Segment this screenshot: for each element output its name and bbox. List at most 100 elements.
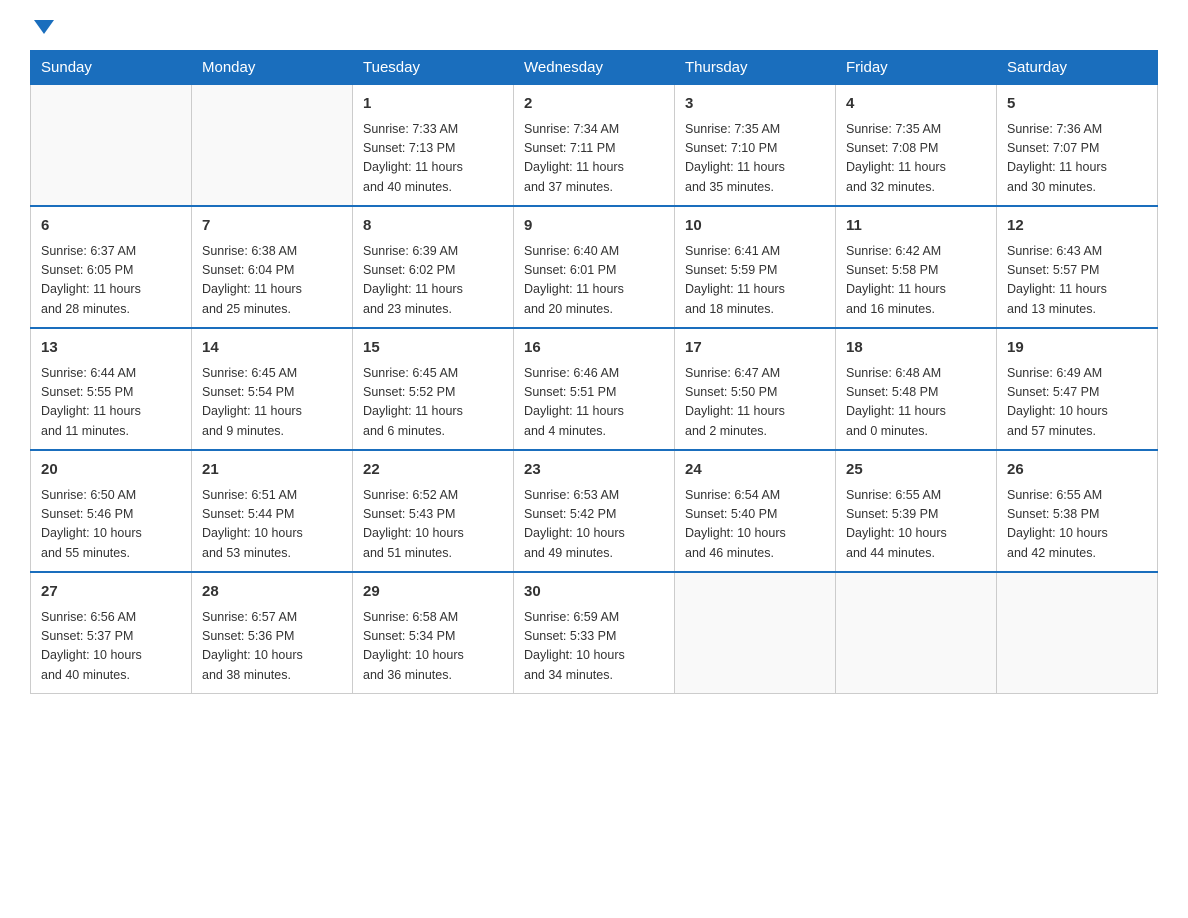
day-info: Sunrise: 6:37 AM Sunset: 6:05 PM Dayligh… <box>41 242 181 320</box>
day-number: 7 <box>202 215 342 238</box>
calendar-cell: 22Sunrise: 6:52 AM Sunset: 5:43 PM Dayli… <box>353 450 514 572</box>
day-info: Sunrise: 6:42 AM Sunset: 5:58 PM Dayligh… <box>846 242 986 320</box>
day-number: 23 <box>524 459 664 482</box>
calendar-cell: 9 Sunrise: 6:40 AM Sunset: 6:01 PM Daylig… <box>514 206 675 328</box>
day-info: Sunrise: 6:47 AM Sunset: 5:50 PM Dayligh… <box>685 364 825 442</box>
day-info: Sunrise: 6:54 AM Sunset: 5:40 PM Dayligh… <box>685 486 825 564</box>
day-info: Sunrise: 6:38 AM Sunset: 6:04 PM Dayligh… <box>202 242 342 320</box>
day-number: 29 <box>363 581 503 604</box>
logo <box>30 20 54 34</box>
day-info: Sunrise: 7:35 AM Sunset: 7:08 PM Dayligh… <box>846 120 986 198</box>
day-info: Sunrise: 6:39 AM Sunset: 6:02 PM Dayligh… <box>363 242 503 320</box>
day-number: 2 <box>524 93 664 116</box>
calendar-cell: 14Sunrise: 6:45 AM Sunset: 5:54 PM Dayli… <box>192 328 353 450</box>
calendar-cell: 4Sunrise: 7:35 AM Sunset: 7:08 PM Daylig… <box>836 85 997 207</box>
day-number: 30 <box>524 581 664 604</box>
day-number: 24 <box>685 459 825 482</box>
day-info: Sunrise: 7:33 AM Sunset: 7:13 PM Dayligh… <box>363 120 503 198</box>
calendar-cell: 1Sunrise: 7:33 AM Sunset: 7:13 PM Daylig… <box>353 85 514 207</box>
calendar-cell: 15Sunrise: 6:45 AM Sunset: 5:52 PM Dayli… <box>353 328 514 450</box>
calendar-cell <box>675 572 836 694</box>
weekday-header-tuesday: Tuesday <box>353 51 514 85</box>
weekday-header-thursday: Thursday <box>675 51 836 85</box>
calendar-cell: 18 Sunrise: 6:48 AM Sunset: 5:48 PM Dayli… <box>836 328 997 450</box>
day-info: Sunrise: 6:46 AM Sunset: 5:51 PM Dayligh… <box>524 364 664 442</box>
calendar-week-1: 1Sunrise: 7:33 AM Sunset: 7:13 PM Daylig… <box>31 85 1158 207</box>
calendar-week-5: 27 Sunrise: 6:56 AM Sunset: 5:37 PM Dayli… <box>31 572 1158 694</box>
calendar-cell <box>192 85 353 207</box>
day-info: Sunrise: 6:51 AM Sunset: 5:44 PM Dayligh… <box>202 486 342 564</box>
day-info: Sunrise: 7:35 AM Sunset: 7:10 PM Dayligh… <box>685 120 825 198</box>
weekday-header-monday: Monday <box>192 51 353 85</box>
weekday-header-sunday: Sunday <box>31 51 192 85</box>
calendar-cell <box>836 572 997 694</box>
day-info: Sunrise: 6:44 AM Sunset: 5:55 PM Dayligh… <box>41 364 181 442</box>
calendar-week-3: 13 Sunrise: 6:44 AM Sunset: 5:55 PM Dayli… <box>31 328 1158 450</box>
day-info: Sunrise: 7:36 AM Sunset: 7:07 PM Dayligh… <box>1007 120 1147 198</box>
calendar-cell: 30 Sunrise: 6:59 AM Sunset: 5:33 PM Dayli… <box>514 572 675 694</box>
day-number: 26 <box>1007 459 1147 482</box>
calendar-cell <box>997 572 1158 694</box>
day-info: Sunrise: 6:59 AM Sunset: 5:33 PM Dayligh… <box>524 608 664 686</box>
day-number: 9 <box>524 215 664 238</box>
day-info: Sunrise: 6:53 AM Sunset: 5:42 PM Dayligh… <box>524 486 664 564</box>
calendar-cell: 6 Sunrise: 6:37 AM Sunset: 6:05 PM Daylig… <box>31 206 192 328</box>
calendar-cell: 25 Sunrise: 6:55 AM Sunset: 5:39 PM Dayli… <box>836 450 997 572</box>
day-number: 14 <box>202 337 342 360</box>
calendar-cell: 20 Sunrise: 6:50 AM Sunset: 5:46 PM Dayli… <box>31 450 192 572</box>
weekday-header-wednesday: Wednesday <box>514 51 675 85</box>
day-number: 18 <box>846 337 986 360</box>
day-number: 20 <box>41 459 181 482</box>
day-info: Sunrise: 6:41 AM Sunset: 5:59 PM Dayligh… <box>685 242 825 320</box>
calendar-cell: 23 Sunrise: 6:53 AM Sunset: 5:42 PM Dayli… <box>514 450 675 572</box>
day-number: 11 <box>846 215 986 238</box>
day-number: 6 <box>41 215 181 238</box>
day-number: 3 <box>685 93 825 116</box>
day-info: Sunrise: 6:49 AM Sunset: 5:47 PM Dayligh… <box>1007 364 1147 442</box>
day-info: Sunrise: 6:40 AM Sunset: 6:01 PM Dayligh… <box>524 242 664 320</box>
calendar-cell: 29 Sunrise: 6:58 AM Sunset: 5:34 PM Dayli… <box>353 572 514 694</box>
day-number: 12 <box>1007 215 1147 238</box>
day-number: 21 <box>202 459 342 482</box>
calendar-cell: 11 Sunrise: 6:42 AM Sunset: 5:58 PM Dayli… <box>836 206 997 328</box>
calendar-cell: 17 Sunrise: 6:47 AM Sunset: 5:50 PM Dayli… <box>675 328 836 450</box>
day-info: Sunrise: 6:56 AM Sunset: 5:37 PM Dayligh… <box>41 608 181 686</box>
calendar-cell <box>31 85 192 207</box>
day-number: 15 <box>363 337 503 360</box>
day-number: 28 <box>202 581 342 604</box>
page-header <box>30 20 1158 34</box>
day-number: 19 <box>1007 337 1147 360</box>
day-info: Sunrise: 6:55 AM Sunset: 5:38 PM Dayligh… <box>1007 486 1147 564</box>
calendar-week-4: 20 Sunrise: 6:50 AM Sunset: 5:46 PM Dayli… <box>31 450 1158 572</box>
calendar-cell: 3 Sunrise: 7:35 AM Sunset: 7:10 PM Daylig… <box>675 85 836 207</box>
day-info: Sunrise: 7:34 AM Sunset: 7:11 PM Dayligh… <box>524 120 664 198</box>
day-number: 8 <box>363 215 503 238</box>
weekday-header-row: SundayMondayTuesdayWednesdayThursdayFrid… <box>31 51 1158 85</box>
calendar-cell: 5 Sunrise: 7:36 AM Sunset: 7:07 PM Daylig… <box>997 85 1158 207</box>
calendar-cell: 7 Sunrise: 6:38 AM Sunset: 6:04 PM Daylig… <box>192 206 353 328</box>
logo-triangle-icon <box>34 20 54 34</box>
calendar-cell: 16 Sunrise: 6:46 AM Sunset: 5:51 PM Dayli… <box>514 328 675 450</box>
day-number: 25 <box>846 459 986 482</box>
calendar-cell: 2 Sunrise: 7:34 AM Sunset: 7:11 PM Daylig… <box>514 85 675 207</box>
day-number: 16 <box>524 337 664 360</box>
day-info: Sunrise: 6:57 AM Sunset: 5:36 PM Dayligh… <box>202 608 342 686</box>
day-info: Sunrise: 6:55 AM Sunset: 5:39 PM Dayligh… <box>846 486 986 564</box>
day-number: 5 <box>1007 93 1147 116</box>
day-number: 27 <box>41 581 181 604</box>
calendar-cell: 8 Sunrise: 6:39 AM Sunset: 6:02 PM Daylig… <box>353 206 514 328</box>
day-info: Sunrise: 6:43 AM Sunset: 5:57 PM Dayligh… <box>1007 242 1147 320</box>
weekday-header-friday: Friday <box>836 51 997 85</box>
day-info: Sunrise: 6:48 AM Sunset: 5:48 PM Dayligh… <box>846 364 986 442</box>
day-number: 10 <box>685 215 825 238</box>
calendar-cell: 19 Sunrise: 6:49 AM Sunset: 5:47 PM Dayli… <box>997 328 1158 450</box>
calendar-cell: 26 Sunrise: 6:55 AM Sunset: 5:38 PM Dayli… <box>997 450 1158 572</box>
calendar-cell: 10 Sunrise: 6:41 AM Sunset: 5:59 PM Dayli… <box>675 206 836 328</box>
day-info: Sunrise: 6:50 AM Sunset: 5:46 PM Dayligh… <box>41 486 181 564</box>
day-info: Sunrise: 6:58 AM Sunset: 5:34 PM Dayligh… <box>363 608 503 686</box>
day-number: 17 <box>685 337 825 360</box>
calendar-cell: 28 Sunrise: 6:57 AM Sunset: 5:36 PM Dayli… <box>192 572 353 694</box>
day-number: 13 <box>41 337 181 360</box>
weekday-header-saturday: Saturday <box>997 51 1158 85</box>
calendar-week-2: 6 Sunrise: 6:37 AM Sunset: 6:05 PM Daylig… <box>31 206 1158 328</box>
